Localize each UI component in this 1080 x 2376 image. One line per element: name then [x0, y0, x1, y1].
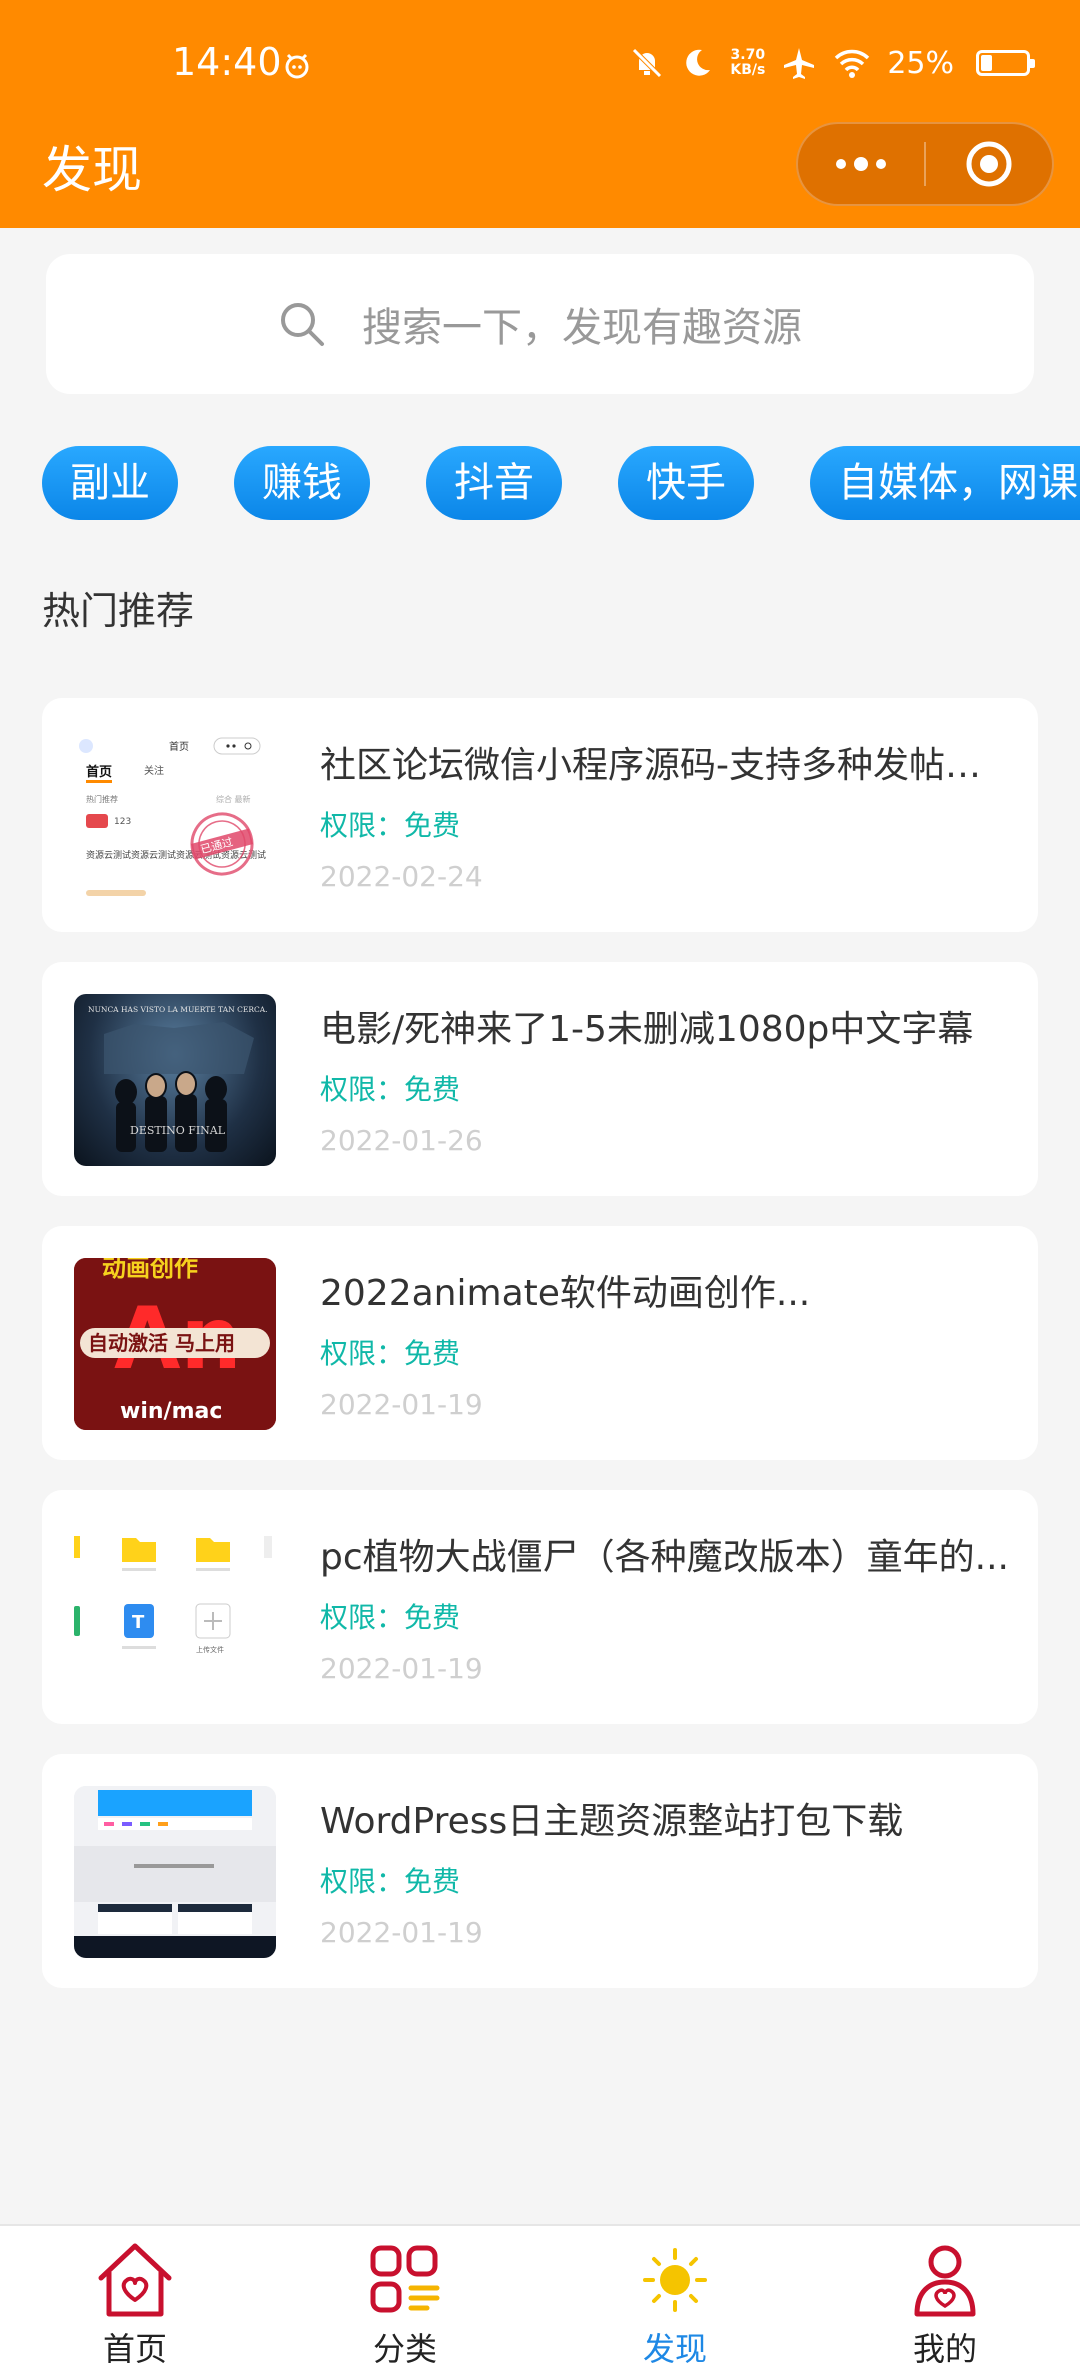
permission-label: 权限：免费 — [320, 1865, 461, 1898]
thumb-text: 动画创作 — [102, 1258, 198, 1282]
tab-label: 首页 — [102, 2330, 167, 2368]
tab-label: 发现 — [642, 2330, 707, 2368]
resource-thumbnail — [74, 1786, 276, 1958]
thumb-text: 关注 — [144, 764, 164, 777]
thumb-text: 首页 — [169, 740, 189, 753]
permission-label: 权限：免费 — [320, 1601, 461, 1634]
tab-home[interactable]: 首页 — [0, 2226, 270, 2376]
status-icons: 3.70 KB/s 25% — [630, 38, 1035, 88]
thumb-text: 首页 — [86, 764, 112, 780]
resource-title: pc植物大战僵尸（各种魔改版本）童年的... — [320, 1537, 1009, 1578]
page-title: 发现 — [42, 141, 142, 199]
bottom-tab-bar: 首页 分类 发现 我的 — [0, 2224, 1080, 2376]
status-time: 14:40 — [172, 40, 282, 84]
tab-discover[interactable]: 发现 — [540, 2226, 810, 2376]
thumb-text: 上传文件 — [196, 1645, 224, 1654]
airplane-icon — [784, 48, 815, 79]
thumb-text: win/mac — [120, 1399, 222, 1424]
thumb-text: 自动激活 马上用 — [88, 1331, 235, 1355]
battery-percent: 25% — [887, 45, 954, 81]
section-title: 热门推荐 — [42, 589, 195, 633]
resource-title: 电影/死神来了1-5未删减1080p中文字幕 — [320, 1009, 974, 1050]
tab-label: 分类 — [372, 2330, 437, 2368]
tag-item[interactable]: 快手 — [618, 446, 754, 520]
header: 14:40 3.70 KB/s 25% 发现 — [0, 0, 1080, 228]
resource-card[interactable]: T 上传文件 pc植物大战僵尸（各种魔改版本）童年的... 权限：免费 2022… — [42, 1490, 1038, 1724]
resource-date: 2022-02-24 — [320, 860, 483, 893]
resource-card[interactable]: WordPress日主题资源整站打包下载 权限：免费 2022-01-19 — [42, 1754, 1038, 1988]
tab-mine[interactable]: 我的 — [810, 2226, 1080, 2376]
resource-date: 2022-01-19 — [320, 1916, 483, 1949]
resource-thumbnail: 首页 首页 关注 热门推荐 综合 最新 123 资源云测试资源云测试资源云测试资… — [74, 730, 276, 902]
thumb-text: NUNCA HAS VISTO LA MUERTE TAN CERCA. — [88, 1005, 268, 1014]
grid-list-icon — [370, 2245, 440, 2313]
tab-label: 我的 — [912, 2330, 977, 2368]
more-button[interactable] — [798, 124, 924, 204]
house-heart-icon — [98, 2243, 172, 2317]
tab-category[interactable]: 分类 — [270, 2226, 540, 2376]
resource-card[interactable]: NUNCA HAS VISTO LA MUERTE TAN CERCA. DES… — [42, 962, 1038, 1196]
permission-label: 权限：免费 — [320, 1073, 461, 1106]
thumb-text: DESTINO FINAL — [130, 1124, 226, 1137]
target-close-icon — [966, 141, 1012, 187]
resource-title: 社区论坛微信小程序源码-支持多种发帖模... — [320, 745, 1010, 786]
svg-text:T: T — [132, 1612, 145, 1633]
permission-label: 权限：免费 — [320, 809, 461, 842]
wifi-icon — [835, 49, 870, 78]
thumb-text: 123 — [114, 817, 131, 827]
resource-thumbnail: 动画创作 An 自动激活 马上用 win/mac — [74, 1258, 276, 1430]
net-speed: 3.70 KB/s — [730, 47, 766, 78]
resource-date: 2022-01-19 — [320, 1388, 483, 1421]
resource-thumbnail: NUNCA HAS VISTO LA MUERTE TAN CERCA. DES… — [74, 994, 276, 1166]
sun-icon — [643, 2248, 707, 2312]
person-heart-icon — [914, 2245, 976, 2317]
resource-card[interactable]: 动画创作 An 自动激活 马上用 win/mac 2022animate软件动画… — [42, 1226, 1038, 1460]
mute-bell-icon — [632, 48, 663, 78]
resource-date: 2022-01-19 — [320, 1652, 483, 1685]
tag-item[interactable]: 抖音 — [426, 446, 562, 520]
tag-item[interactable]: 赚钱 — [234, 446, 370, 520]
thumb-text: 热门推荐 — [86, 794, 118, 804]
search-icon — [281, 303, 324, 346]
tag-list: 副业 赚钱 抖音 快手 自媒体，网课， — [42, 446, 1080, 520]
tag-item[interactable]: 自媒体，网课， — [810, 446, 1080, 520]
resource-title: 2022animate软件动画创作... — [320, 1273, 811, 1314]
thumb-text: 综合 最新 — [216, 794, 251, 804]
close-miniprogram-button[interactable] — [926, 124, 1052, 204]
resource-title: WordPress日主题资源整站打包下载 — [320, 1801, 904, 1842]
search-placeholder: 搜索一下，发现有趣资源 — [362, 305, 802, 351]
tag-item[interactable]: 副业 — [42, 446, 178, 520]
more-dots-icon — [836, 157, 886, 171]
resource-card[interactable]: 首页 首页 关注 热门推荐 综合 最新 123 资源云测试资源云测试资源云测试资… — [42, 698, 1038, 932]
permission-label: 权限：免费 — [320, 1337, 461, 1370]
moon-icon — [686, 49, 711, 76]
resource-thumbnail: T 上传文件 — [74, 1522, 276, 1694]
miniprogram-capsule — [796, 122, 1054, 206]
resource-date: 2022-01-26 — [320, 1124, 483, 1157]
search-input[interactable]: 搜索一下，发现有趣资源 — [46, 254, 1034, 394]
alarm-icon — [285, 53, 309, 79]
status-bar: 14:40 3.70 KB/s 25% — [0, 0, 1080, 130]
battery-icon — [976, 50, 1035, 76]
